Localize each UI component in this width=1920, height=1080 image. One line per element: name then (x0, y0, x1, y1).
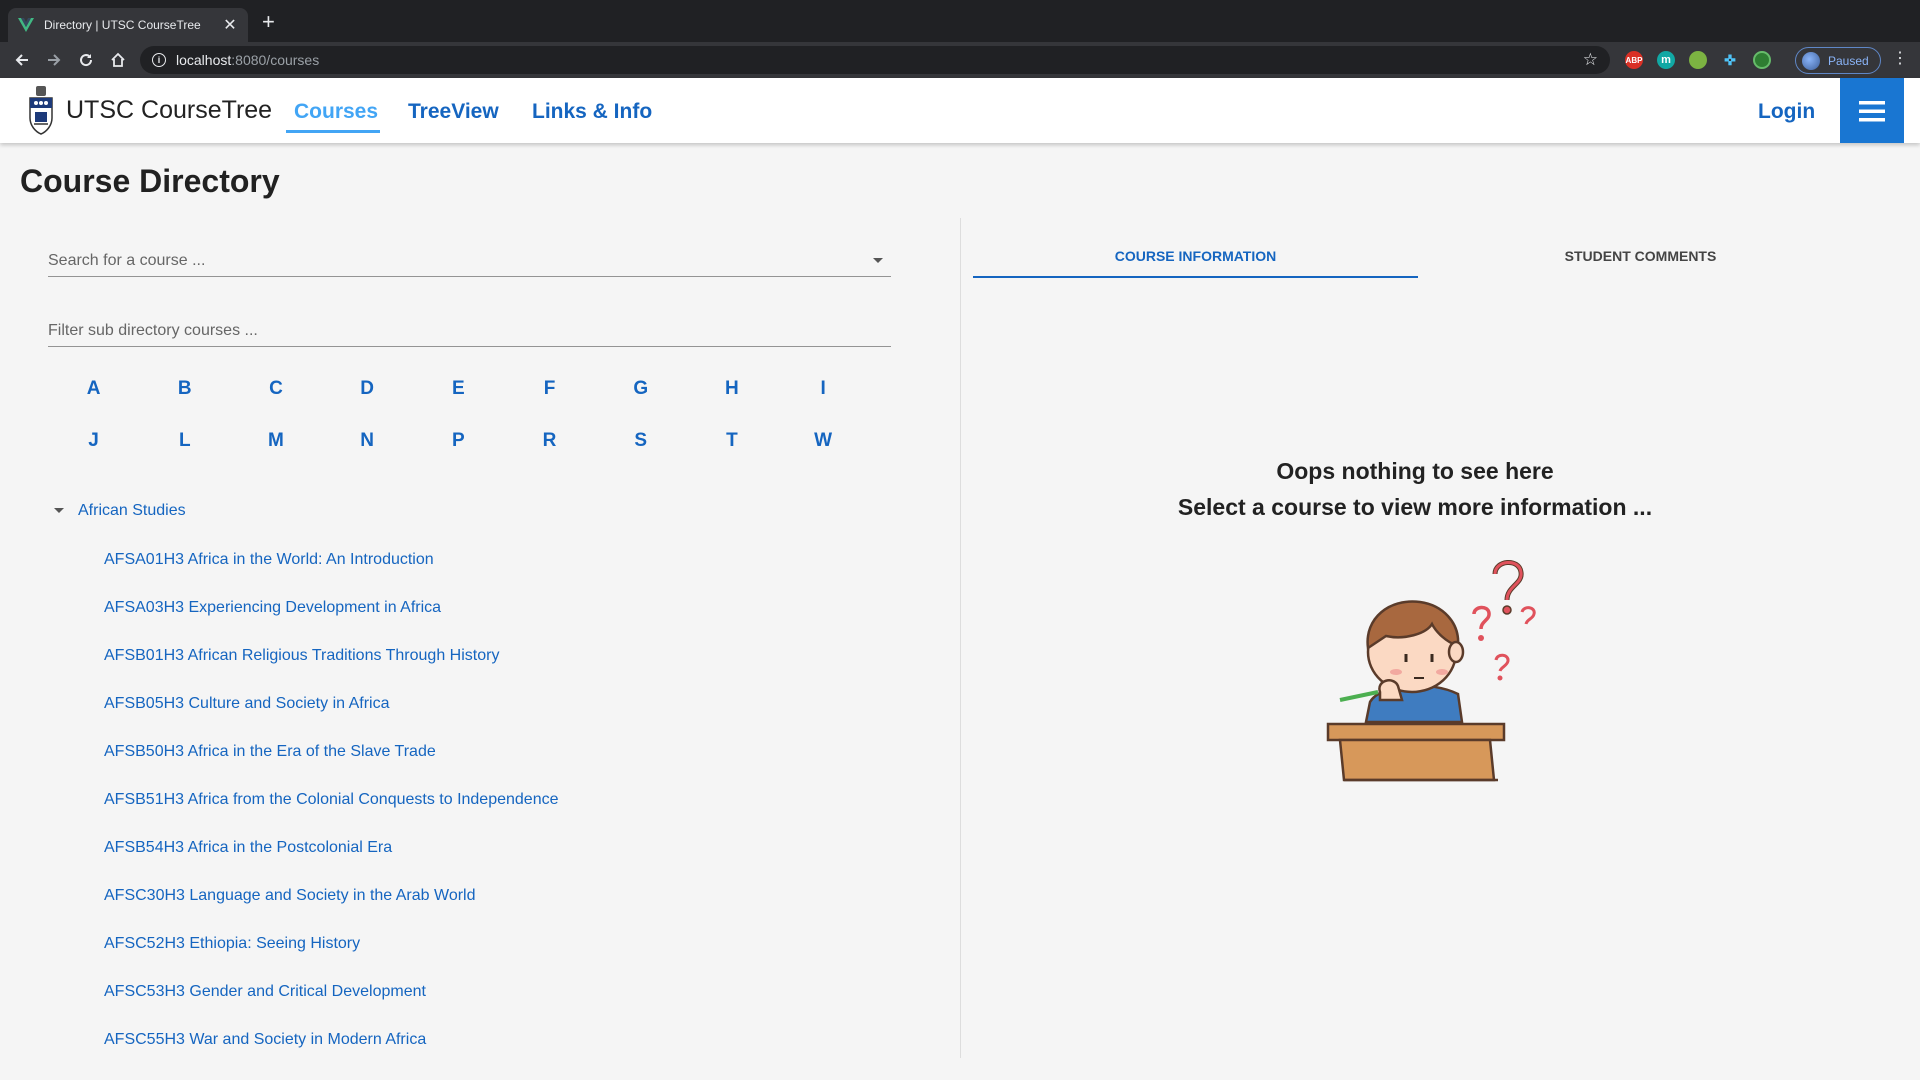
course-list: AFSA01H3 Africa in the World: An Introdu… (104, 550, 559, 1078)
avatar (1802, 51, 1820, 70)
course-link[interactable]: AFSC53H3 Gender and Critical Development (104, 982, 559, 1030)
letter-p[interactable]: P (413, 430, 504, 454)
university-crest-icon (29, 86, 53, 135)
brand-rest: CourseTree (134, 96, 273, 124)
forward-icon[interactable] (44, 50, 64, 70)
course-link[interactable]: AFSC55H3 War and Society in Modern Afric… (104, 1030, 559, 1078)
reload-icon[interactable] (76, 50, 96, 70)
tab-title: Directory | UTSC CourseTree (44, 18, 201, 32)
node-extension-icon[interactable] (1753, 51, 1771, 69)
close-icon[interactable]: ✕ (222, 15, 238, 35)
nav-courses[interactable]: Courses (294, 100, 378, 124)
info-icon[interactable]: i (152, 53, 166, 67)
empty-state-subtitle: Select a course to view more information… (1177, 494, 1653, 520)
app-header: UTSC CourseTree Courses TreeView Links &… (0, 78, 1920, 143)
confused-student-illustration (1326, 560, 1536, 782)
smiley-extension-icon[interactable] (1689, 51, 1707, 69)
m-extension-icon[interactable]: m (1657, 51, 1675, 69)
brand-title[interactable]: UTSC CourseTree (66, 96, 272, 125)
letter-j[interactable]: J (48, 430, 139, 454)
tab-student-comments[interactable]: Student Comments (1418, 238, 1863, 278)
nav-links-info[interactable]: Links & Info (532, 100, 652, 124)
empty-state-title: Oops nothing to see here (1276, 458, 1554, 484)
course-search[interactable] (48, 246, 891, 277)
course-detail-tabs: Course Information Student Comments (973, 238, 1863, 278)
hamburger-menu-button[interactable] (1840, 78, 1904, 143)
url-host: localhost (176, 52, 232, 68)
menu-icon (1859, 100, 1885, 121)
course-link[interactable]: AFSB54H3 Africa in the Postcolonial Era (104, 838, 559, 886)
letter-d[interactable]: D (322, 378, 413, 402)
course-link[interactable]: AFSA03H3 Experiencing Development in Afr… (104, 598, 559, 646)
profile-button[interactable]: Paused (1795, 47, 1881, 74)
course-link[interactable]: AFSB51H3 Africa from the Colonial Conque… (104, 790, 559, 838)
letter-f[interactable]: F (504, 378, 595, 402)
letter-w[interactable]: W (778, 430, 869, 454)
filter-input[interactable] (48, 316, 891, 346)
panel-divider (960, 218, 961, 1058)
active-nav-indicator (286, 130, 380, 133)
page-title: Course Directory (20, 163, 280, 199)
address-bar[interactable]: i localhost:8080/courses ☆ (140, 46, 1610, 74)
letter-r[interactable]: R (504, 430, 595, 454)
chevron-down-icon[interactable] (873, 258, 883, 263)
letter-h[interactable]: H (686, 378, 777, 402)
nav-treeview[interactable]: TreeView (408, 100, 499, 124)
new-tab-icon[interactable]: + (262, 11, 275, 33)
letter-a[interactable]: A (48, 378, 139, 402)
subdirectory-filter[interactable] (48, 316, 891, 347)
course-link[interactable]: AFSA01H3 Africa in the World: An Introdu… (104, 550, 559, 598)
letter-g[interactable]: G (595, 378, 686, 402)
bookmark-star-icon[interactable]: ☆ (1583, 50, 1598, 70)
adblock-extension-icon[interactable]: ABP (1625, 51, 1643, 69)
letter-e[interactable]: E (413, 378, 504, 402)
letter-m[interactable]: M (230, 430, 321, 454)
course-link[interactable]: AFSB50H3 Africa in the Era of the Slave … (104, 742, 559, 790)
back-icon[interactable] (12, 50, 32, 70)
login-button[interactable]: Login (1758, 100, 1815, 124)
browser-tab[interactable]: Directory | UTSC CourseTree ✕ (8, 8, 248, 42)
brand-bold: UTSC (66, 96, 135, 124)
course-link[interactable]: AFSB05H3 Culture and Society in Africa (104, 694, 559, 742)
letter-t[interactable]: T (686, 430, 777, 454)
department-african-studies[interactable]: African Studies (78, 502, 186, 520)
letter-i[interactable]: I (778, 378, 869, 402)
home-icon[interactable] (108, 50, 128, 70)
search-input[interactable] (48, 246, 891, 276)
puzzle-extension-icon[interactable]: ✜ (1721, 51, 1739, 69)
course-link[interactable]: AFSB01H3 African Religious Traditions Th… (104, 646, 559, 694)
letter-s[interactable]: S (595, 430, 686, 454)
letter-c[interactable]: C (230, 378, 321, 402)
course-link[interactable]: AFSC52H3 Ethiopia: Seeing History (104, 934, 559, 982)
letter-l[interactable]: L (139, 430, 230, 454)
letter-index: A B C D E F G H I J L M N P R S T W (48, 378, 868, 454)
vue-logo-icon (18, 18, 34, 32)
profile-status: Paused (1828, 53, 1869, 68)
course-link[interactable]: AFSC30H3 Language and Society in the Ara… (104, 886, 559, 934)
more-menu-icon[interactable]: ⋮ (1892, 51, 1908, 67)
letter-b[interactable]: B (139, 378, 230, 402)
browser-tab-strip: Directory | UTSC CourseTree ✕ + (0, 0, 1920, 42)
browser-toolbar: i localhost:8080/courses ☆ ABP m ✜ Pause… (0, 42, 1920, 78)
url-path: :8080/courses (231, 52, 320, 68)
chevron-down-icon[interactable] (54, 508, 64, 513)
tab-course-information[interactable]: Course Information (973, 238, 1418, 278)
letter-n[interactable]: N (322, 430, 413, 454)
